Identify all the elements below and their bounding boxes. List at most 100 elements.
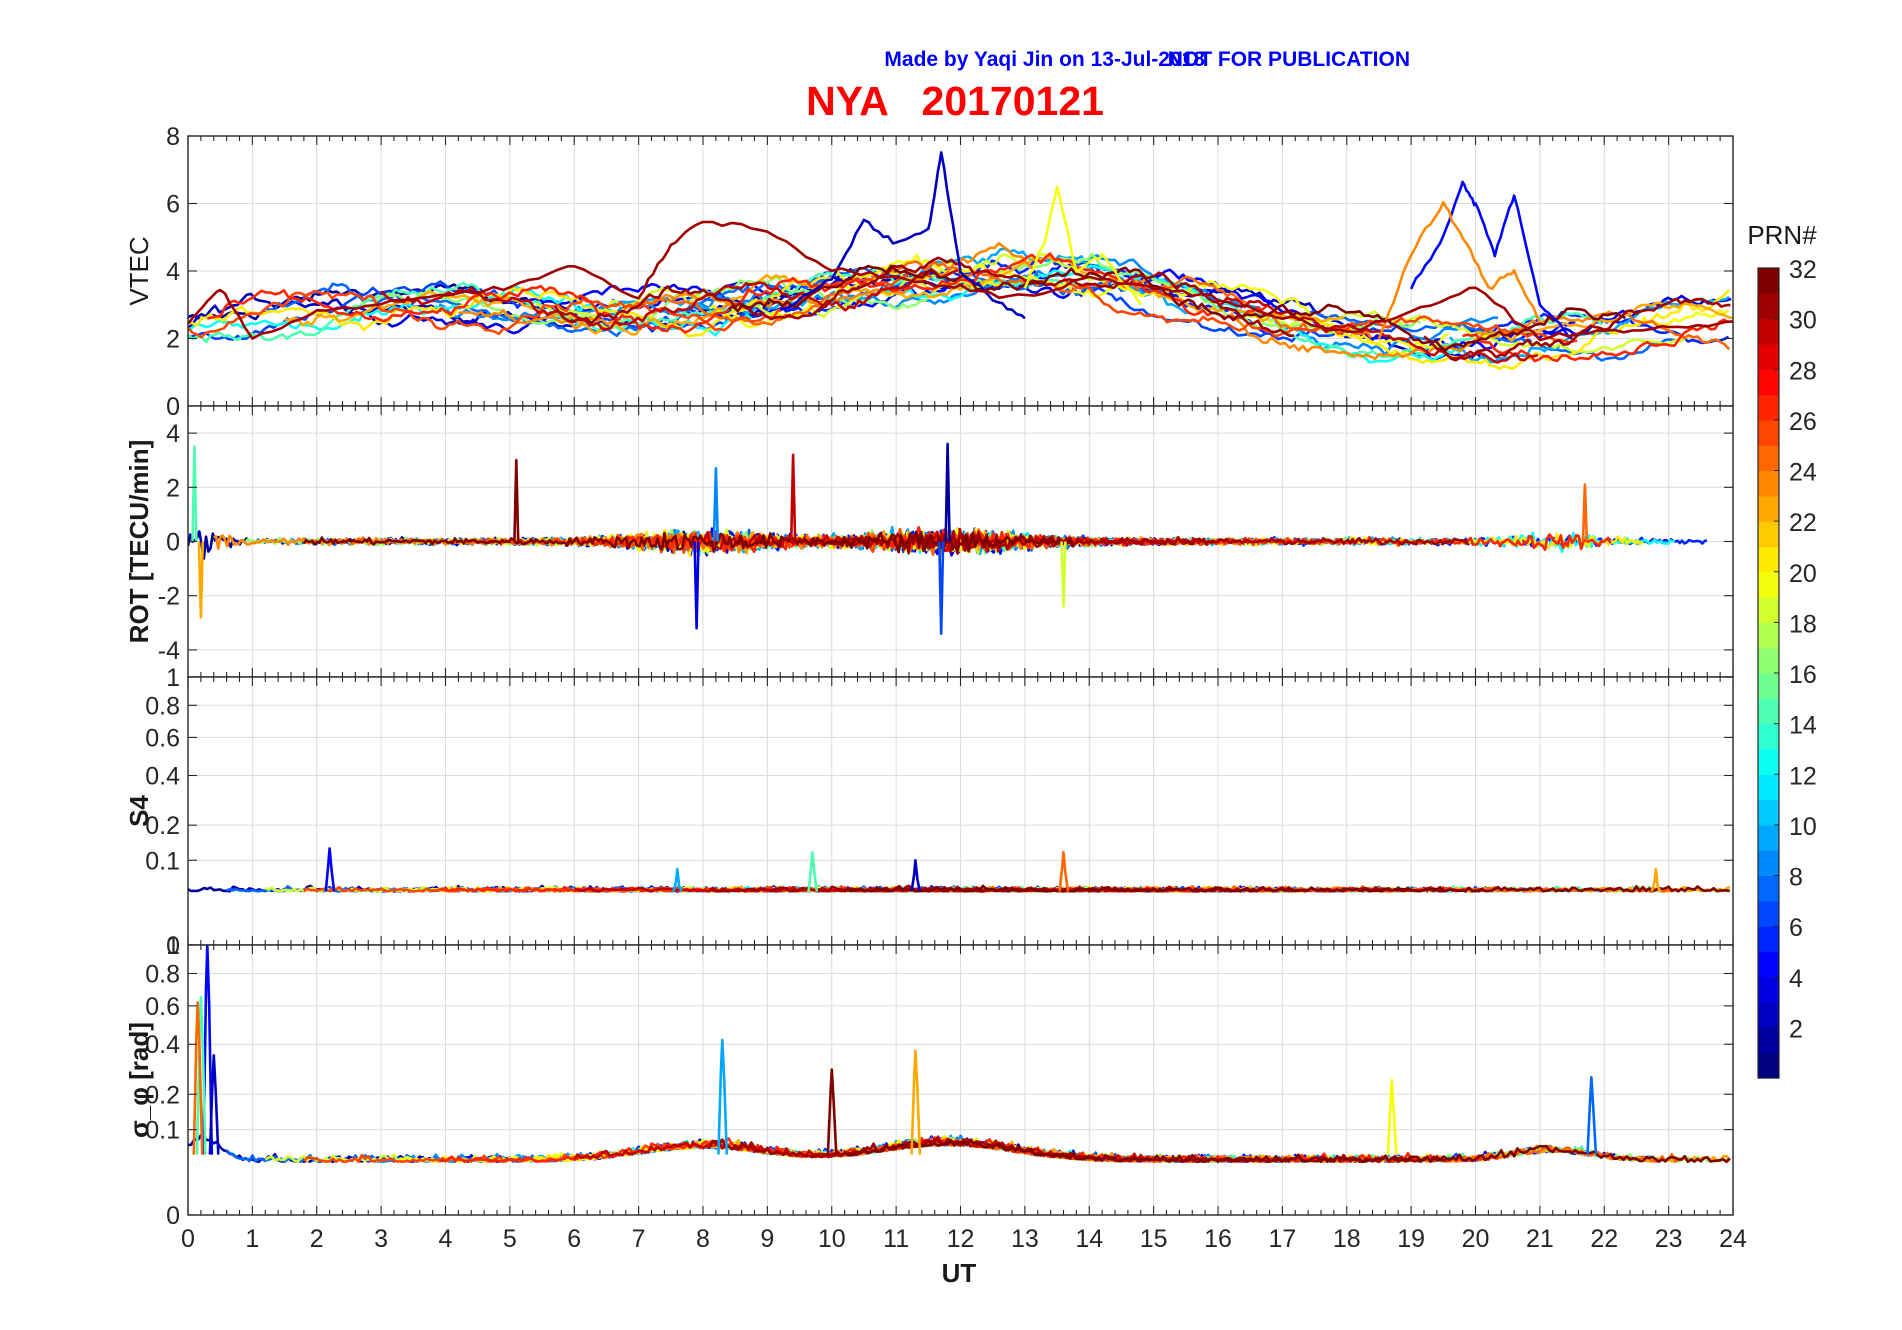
y-tick-label: 0.8 xyxy=(145,961,180,989)
colorbar-swatch xyxy=(1758,419,1779,446)
colorbar-tick-label: 20 xyxy=(1789,560,1817,588)
colorbar-swatch xyxy=(1758,445,1779,472)
prn-colorbar: 2468101214161820222426283032 xyxy=(1757,256,1817,1079)
y-tick-label: -2 xyxy=(158,583,180,611)
colorbar-tick-label: 16 xyxy=(1789,661,1817,689)
y-tick-label: 1 xyxy=(166,932,180,960)
y-tick-label: 2 xyxy=(166,326,180,354)
y-tick-label: 2 xyxy=(166,474,180,502)
colorbar-swatch xyxy=(1758,571,1779,598)
figure-title: NYA 20170121 xyxy=(806,78,1104,124)
colorbar-swatch xyxy=(1758,318,1779,345)
panel-rot: -4 -2 0 2 4 ROT [TECU/min] xyxy=(124,405,1734,678)
colorbar-swatch xyxy=(1758,698,1779,725)
colorbar-tick-label: 24 xyxy=(1789,459,1817,487)
x-tick-label: 12 xyxy=(947,1225,975,1253)
colorbar-tick-label: 26 xyxy=(1789,408,1817,436)
colorbar-swatch xyxy=(1758,1002,1779,1028)
colorbar-swatch xyxy=(1758,774,1779,801)
colorbar-swatch xyxy=(1758,394,1779,421)
y-tick-label: 0 xyxy=(166,1202,180,1230)
y-tick-label: 0.1 xyxy=(145,847,180,875)
panel-stack: 02468VTEC-4-2024ROT [TECU/min]00.10.20.4… xyxy=(124,123,1747,1253)
colorbar-swatch xyxy=(1758,1052,1779,1079)
colorbar-swatch xyxy=(1758,951,1779,978)
colorbar-swatch xyxy=(1758,470,1779,497)
colorbar-swatch xyxy=(1758,824,1779,851)
panel-sigma_phi: 00.10.20.40.60.81σ_φ [rad] xyxy=(124,932,1734,1230)
colorbar-swatch xyxy=(1758,976,1779,1003)
x-tick-label: 13 xyxy=(1011,1225,1039,1253)
colorbar-swatch xyxy=(1758,268,1779,294)
panel-vtec: 0 2 4 6 8 VTEC xyxy=(124,123,1734,421)
colorbar-swatch xyxy=(1758,1027,1779,1054)
x-tick-label: 0 xyxy=(181,1225,195,1253)
colorbar-tick-label: 10 xyxy=(1789,813,1817,841)
not-for-publication-note: NOT FOR PUBLICATION xyxy=(1168,48,1410,71)
y-axis-label-vtec: VTEC xyxy=(124,236,154,305)
x-tick-label: 19 xyxy=(1397,1225,1425,1253)
y-tick-label: 0.4 xyxy=(145,763,180,791)
y-tick-label: 0.6 xyxy=(145,993,180,1021)
colorbar-swatch xyxy=(1758,900,1779,927)
x-tick-label: 11 xyxy=(883,1225,909,1253)
colorbar-tick-label: 30 xyxy=(1789,307,1817,335)
x-tick-label: 9 xyxy=(760,1225,774,1253)
y-tick-label: 0 xyxy=(166,393,180,421)
x-tick-label: 8 xyxy=(696,1225,710,1253)
y-axis-label-sigma_phi: σ_φ [rad] xyxy=(124,1022,154,1138)
y-axis-label-rot: ROT [TECU/min] xyxy=(124,440,154,644)
colorbar-tick-label: 6 xyxy=(1789,914,1803,942)
colorbar-tick-label: 32 xyxy=(1789,256,1817,284)
y-tick-label: 4 xyxy=(166,420,180,448)
colorbar-swatch xyxy=(1758,748,1779,775)
colorbar-swatch xyxy=(1758,546,1779,573)
y-tick-label: 4 xyxy=(166,258,180,286)
x-tick-label: 15 xyxy=(1140,1225,1168,1253)
colorbar-swatch xyxy=(1758,723,1779,750)
colorbar-swatch xyxy=(1758,875,1779,902)
x-tick-label: 16 xyxy=(1204,1225,1232,1253)
colorbar-swatch xyxy=(1758,597,1779,623)
y-tick-label: 0.8 xyxy=(145,692,180,720)
x-tick-label: 2 xyxy=(310,1225,324,1253)
colorbar-swatch xyxy=(1758,369,1779,396)
x-tick-label: 17 xyxy=(1268,1225,1296,1253)
colorbar-swatch xyxy=(1758,799,1779,826)
x-tick-label: 7 xyxy=(632,1225,646,1253)
colorbar-label: PRN# xyxy=(1747,220,1817,250)
x-tick-label: 10 xyxy=(818,1225,846,1253)
colorbar-swatch xyxy=(1758,495,1779,522)
colorbar-swatch xyxy=(1758,926,1779,953)
panel-s4: 00.10.20.40.60.81S4 xyxy=(124,664,1734,960)
x-tick-label: 24 xyxy=(1719,1225,1747,1253)
y-tick-label: 0 xyxy=(166,529,180,557)
colorbar-swatch xyxy=(1758,622,1779,649)
x-tick-label: 18 xyxy=(1333,1225,1361,1253)
y-tick-label: 1 xyxy=(166,664,180,692)
y-tick-label: 0.6 xyxy=(145,724,180,752)
colorbar-tick-label: 28 xyxy=(1789,357,1817,385)
x-tick-label: 5 xyxy=(503,1225,517,1253)
figure-canvas: Made by Yaqi Jin on 13-Jul-2018 NOT FOR … xyxy=(124,48,1817,1288)
made-by-note: Made by Yaqi Jin on 13-Jul-2018 xyxy=(884,48,1205,71)
colorbar-tick-label: 22 xyxy=(1789,509,1817,537)
y-tick-label: -4 xyxy=(158,637,180,665)
x-tick-label: 14 xyxy=(1075,1225,1103,1253)
x-tick-label: 6 xyxy=(567,1225,581,1253)
x-tick-label: 23 xyxy=(1655,1225,1683,1253)
colorbar-tick-label: 2 xyxy=(1789,1015,1803,1043)
colorbar-tick-label: 8 xyxy=(1789,864,1803,892)
colorbar-tick-label: 12 xyxy=(1789,762,1817,790)
colorbar-tick-label: 14 xyxy=(1789,712,1817,740)
x-tick-labels: 0 1 2 3 4 5 6 7 8 9 10 11 12 13 14 15 16 17 18 19 20 21 22 23 24 xyxy=(181,1225,1747,1253)
colorbar-swatch xyxy=(1758,343,1779,370)
x-tick-label: 1 xyxy=(245,1225,259,1253)
colorbar-swatch xyxy=(1758,850,1779,877)
colorbar-swatch xyxy=(1758,647,1779,674)
colorbar-tick-label: 4 xyxy=(1789,965,1803,993)
x-tick-label: 20 xyxy=(1462,1225,1490,1253)
x-tick-label: 21 xyxy=(1526,1225,1554,1253)
colorbar-swatch xyxy=(1758,293,1779,320)
colorbar-swatch xyxy=(1758,521,1779,548)
